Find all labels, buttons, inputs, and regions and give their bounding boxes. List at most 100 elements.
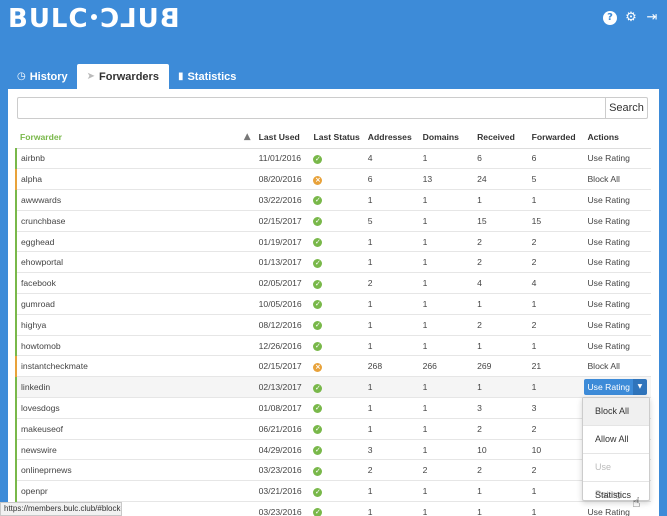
caret-down-icon[interactable]: ▼ — [632, 379, 647, 396]
cell-action[interactable]: Use Rating — [583, 231, 651, 253]
cell-received: 1 — [473, 335, 528, 357]
table-header-row: Forwarder ▲ Last Used Last Status Address… — [16, 126, 651, 149]
cell-action[interactable]: Use Rating — [583, 335, 651, 357]
cell-forwarded: 2 — [527, 314, 584, 336]
cell-action[interactable]: Use Rating — [583, 148, 651, 170]
cell-forwarder: alpha — [15, 168, 255, 191]
cell-forwarder: linkedin — [15, 376, 255, 399]
header-domains[interactable]: Domains — [418, 126, 474, 149]
cell-domains: 1 — [418, 397, 474, 419]
table-row[interactable]: newswire 04/29/2016 ✓ 3 1 10 10 — [15, 439, 651, 461]
cell-forwarded: 1 — [527, 480, 584, 503]
cell-forwarder: howtomob — [15, 335, 255, 357]
cell-last-status: × — [309, 355, 364, 378]
sort-up-icon: ▲ — [243, 131, 251, 142]
table-row[interactable]: howtomob 12/26/2016 ✓ 1 1 1 1 Use Rating — [15, 335, 651, 357]
table-row[interactable]: onlineprnews 03/23/2016 ✓ 2 2 2 2 — [15, 459, 651, 482]
tab-statistics[interactable]: ▮ Statistics — [169, 64, 245, 89]
cell-last-status: ✓ — [309, 251, 364, 274]
table-row[interactable]: egghead 01/19/2017 ✓ 1 1 2 2 Use Rating — [15, 231, 651, 253]
cell-action[interactable]: Use Rating — [583, 293, 651, 315]
cell-action[interactable]: Use Rating — [583, 272, 651, 295]
cell-forwarded: 1 — [527, 293, 584, 315]
header-last-used[interactable]: Last Used — [254, 126, 310, 149]
cell-received: 4 — [473, 272, 528, 295]
table-row[interactable]: facebook 02/05/2017 ✓ 2 1 4 4 Use Rating — [15, 272, 651, 295]
cell-received: 269 — [473, 355, 528, 378]
cell-action[interactable]: Block All — [583, 168, 651, 191]
cell-forwarder: makeuseof — [15, 418, 255, 440]
table-row[interactable]: gumroad 10/05/2016 ✓ 1 1 1 1 Use Rating — [15, 293, 651, 315]
cell-forwarded: 5 — [527, 168, 584, 191]
x-circle-icon: × — [313, 175, 323, 185]
cell-last-status: ✓ — [309, 231, 364, 253]
cell-received: 1 — [473, 189, 528, 211]
cell-domains: 1 — [418, 480, 474, 503]
table-row[interactable]: makeuseof 06/21/2016 ✓ 1 1 2 2 — [15, 418, 651, 440]
table-row[interactable]: alpha 08/20/2016 × 6 13 24 5 Block All — [15, 168, 651, 191]
cell-forwarded: 1 — [527, 376, 584, 399]
gear-icon[interactable]: ⚙ — [624, 11, 638, 25]
check-circle-icon: ✓ — [313, 217, 323, 227]
cell-addresses: 2 — [363, 459, 419, 482]
cell-domains: 1 — [418, 335, 474, 357]
cell-received: 2 — [473, 251, 528, 274]
header-addresses[interactable]: Addresses — [363, 126, 419, 149]
table-row[interactable]: ehowportal 01/13/2017 ✓ 1 1 2 2 Use Rating — [15, 251, 651, 274]
cell-addresses: 1 — [363, 231, 419, 253]
search-input[interactable] — [17, 97, 605, 119]
tab-history[interactable]: ◷ History — [8, 64, 77, 89]
cell-forwarder: highya — [15, 314, 255, 336]
table-row[interactable]: instantcheckmate 02/15/2017 × 268 266 269 21 Bl… — [15, 355, 651, 378]
table-body: airbnb 11/01/2016 ✓ 4 1 6 6 Use Rating alpha 08/2… — [15, 148, 651, 516]
tab-forwarders[interactable]: ➤ Forwarders — [76, 64, 169, 89]
bar-chart-icon: ▮ — [177, 71, 184, 82]
cell-last-used: 01/08/2017 — [254, 397, 310, 419]
cell-last-status: ✓ — [309, 293, 364, 315]
menu-item-block-all[interactable]: Block All — [583, 398, 649, 425]
cell-addresses: 1 — [363, 293, 419, 315]
action-split-button[interactable]: Use Rating ▼ — [584, 379, 647, 396]
table-row[interactable]: lovesdogs 01/08/2017 ✓ 1 1 3 3 — [15, 397, 651, 419]
table-row[interactable]: airbnb 11/01/2016 ✓ 4 1 6 6 Use Rating — [15, 148, 651, 170]
cell-last-used: 08/12/2016 — [254, 314, 310, 336]
cell-last-used: 03/23/2016 — [254, 459, 310, 482]
header-forwarder[interactable]: Forwarder ▲ — [16, 126, 255, 149]
cell-action[interactable]: Use Rating — [583, 251, 651, 274]
cell-last-status: ✓ — [309, 376, 364, 399]
cell-action[interactable]: Use Rating — [583, 210, 651, 232]
question-icon[interactable]: ? — [603, 11, 617, 25]
cell-forwarded: 2 — [527, 418, 584, 440]
table-row[interactable]: highya 08/12/2016 ✓ 1 1 2 2 Use Rating — [15, 314, 651, 336]
cell-forwarder: ehowportal — [15, 251, 255, 274]
cell-forwarded: 15 — [527, 210, 584, 232]
search-button[interactable]: Search — [605, 97, 648, 119]
cell-action[interactable]: Block All — [583, 355, 651, 378]
cell-last-used: 01/13/2017 — [254, 251, 310, 274]
table-row[interactable]: crunchbase 02/15/2017 ✓ 5 1 15 15 Use Rating — [15, 210, 651, 232]
top-icons: ? ⚙ ⇥ — [603, 11, 659, 25]
logout-icon[interactable]: ⇥ — [645, 11, 659, 25]
table-row[interactable]: awwwards 03/22/2016 ✓ 1 1 1 1 Use Rating — [15, 189, 651, 211]
cell-forwarded: 2 — [527, 251, 584, 274]
cell-domains: 2 — [418, 459, 474, 482]
cell-forwarder: instantcheckmate — [15, 355, 255, 378]
app-logo: BULC BULC — [8, 4, 180, 34]
action-button[interactable]: Use Rating — [584, 379, 633, 396]
header-received[interactable]: Received — [473, 126, 528, 149]
menu-item-allow-all[interactable]: Allow All — [583, 426, 649, 453]
cell-received: 10 — [473, 439, 528, 461]
cell-last-used: 03/23/2016 — [254, 501, 310, 516]
cell-received: 3 — [473, 397, 528, 419]
header-last-status[interactable]: Last Status — [309, 126, 364, 149]
cell-action[interactable]: Use Rating — [583, 314, 651, 336]
cell-domains: 1 — [418, 251, 474, 274]
table-row[interactable]: linkedin 02/13/2017 ✓ 1 1 1 1 Use Rating ▼ — [15, 376, 651, 399]
cell-addresses: 5 — [363, 210, 419, 232]
check-circle-icon: ✓ — [313, 466, 323, 476]
header-forwarded[interactable]: Forwarded — [527, 126, 584, 149]
table-row[interactable]: openpr 03/21/2016 ✓ 1 1 1 1 — [15, 480, 651, 503]
cell-last-status: ✓ — [309, 459, 364, 482]
cell-action[interactable]: Use Rating — [583, 189, 651, 211]
cell-domains: 1 — [418, 272, 474, 295]
